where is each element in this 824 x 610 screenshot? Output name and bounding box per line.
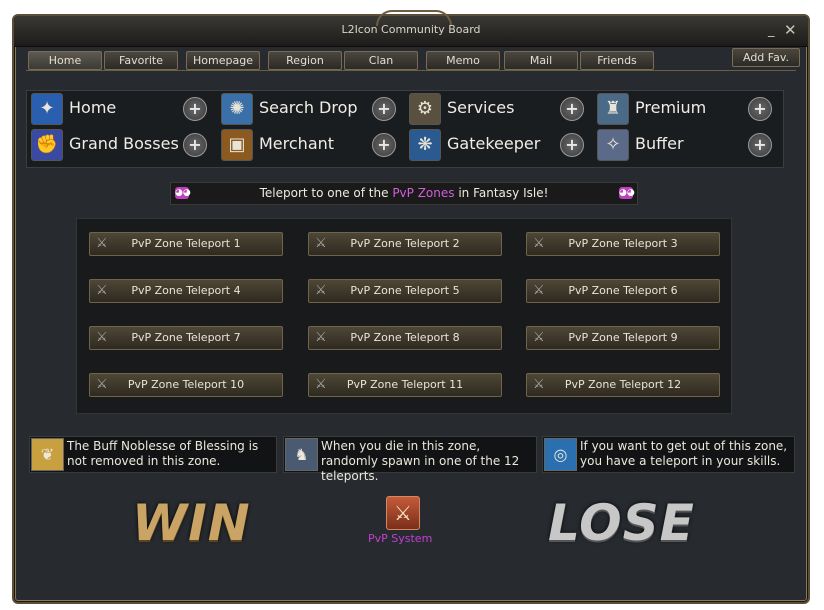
noblesse-blessing-icon: ❦ xyxy=(31,438,64,471)
teleport-button-7[interactable]: ⚔ PvP Zone Teleport 7 xyxy=(89,326,283,350)
add-fav-button[interactable]: Add Fav. xyxy=(732,48,800,67)
teleport-vortex-icon: ◎ xyxy=(544,438,577,471)
nav-label: Grand Bosses xyxy=(69,134,179,153)
teleport-button-5[interactable]: ⚔ PvP Zone Teleport 5 xyxy=(308,279,502,303)
teleport-button-6[interactable]: ⚔ PvP Zone Teleport 6 xyxy=(526,279,720,303)
main-nav: ✦ Home + ✺ Search Drop + ⚙ Services + ♜ … xyxy=(26,90,784,168)
teleport-label: PvP Zone Teleport 9 xyxy=(568,331,678,344)
premium-icon: ♜ xyxy=(597,93,629,125)
teleport-label: PvP Zone Teleport 8 xyxy=(350,331,460,344)
banner-prefix: Teleport to one of the xyxy=(259,186,393,200)
teleport-button-1[interactable]: ⚔ PvP Zone Teleport 1 xyxy=(89,232,283,256)
crossed-swords-icon: ⚔ xyxy=(96,377,108,392)
services-gear-icon: ⚙ xyxy=(409,93,441,125)
teleport-label: PvP Zone Teleport 5 xyxy=(350,284,460,297)
banner-suffix: in Fantasy Isle! xyxy=(454,186,549,200)
search-drop-icon: ✺ xyxy=(221,93,253,125)
teleport-label: PvP Zone Teleport 10 xyxy=(127,378,245,391)
teleport-label: PvP Zone Teleport 7 xyxy=(131,331,241,344)
teleport-label: PvP Zone Teleport 6 xyxy=(568,284,678,297)
gatekeeper-icon: ❋ xyxy=(409,129,441,161)
pvp-mask-icon: ◕◕ xyxy=(175,187,191,199)
crossed-swords-icon: ⚔ xyxy=(315,330,327,345)
teleport-button-2[interactable]: ⚔ PvP Zone Teleport 2 xyxy=(308,232,502,256)
win-logo: WIN xyxy=(132,494,251,552)
pvp-mask-icon: ◕◕ xyxy=(619,187,635,199)
crossed-swords-icon: ⚔ xyxy=(533,377,545,392)
banner-highlight: PvP Zones xyxy=(392,186,455,200)
close-button[interactable]: ✕ xyxy=(784,21,797,39)
teleport-button-12[interactable]: ⚔ PvP Zone Teleport 12 xyxy=(526,373,720,397)
info-text: The Buff Noblesse of Blessing is not rem… xyxy=(67,439,259,468)
add-gatekeeper-button[interactable]: + xyxy=(560,133,584,157)
tab-homepage[interactable]: Homepage xyxy=(186,51,260,70)
tab-home[interactable]: Home xyxy=(28,51,102,70)
add-search-drop-button[interactable]: + xyxy=(372,97,396,121)
pvp-system-icon[interactable]: ⚔ xyxy=(386,496,420,530)
crossed-swords-icon: ⚔ xyxy=(315,377,327,392)
add-home-button[interactable]: + xyxy=(183,97,207,121)
teleport-button-8[interactable]: ⚔ PvP Zone Teleport 8 xyxy=(308,326,502,350)
minimize-button[interactable]: _ xyxy=(768,23,775,38)
community-board-window: L2Icon Community Board _ ✕ Home Favorite… xyxy=(12,10,810,604)
title-bar[interactable]: L2Icon Community Board _ ✕ xyxy=(14,10,808,47)
grand-bosses-icon: ✊ xyxy=(31,129,63,161)
teleport-button-10[interactable]: ⚔ PvP Zone Teleport 10 xyxy=(89,373,283,397)
teleport-label: PvP Zone Teleport 12 xyxy=(564,378,682,391)
teleport-label: PvP Zone Teleport 3 xyxy=(568,237,678,250)
add-grand-bosses-button[interactable]: + xyxy=(183,133,207,157)
crossed-swords-icon: ⚔ xyxy=(96,236,108,251)
crossed-swords-icon: ⚔ xyxy=(315,283,327,298)
tab-friends[interactable]: Friends xyxy=(580,51,654,70)
nav-label: Home xyxy=(69,98,117,117)
teleport-panel: ⚔ PvP Zone Teleport 1 ⚔ PvP Zone Teleport … xyxy=(76,218,732,414)
lose-logo: LOSE xyxy=(548,494,695,552)
tab-clan[interactable]: Clan xyxy=(344,51,418,70)
add-premium-button[interactable]: + xyxy=(748,97,772,121)
nav-label: Search Drop xyxy=(259,98,358,117)
teleport-button-3[interactable]: ⚔ PvP Zone Teleport 3 xyxy=(526,232,720,256)
info-text: When you die in this zone, randomly spaw… xyxy=(321,439,520,483)
teleport-label: PvP Zone Teleport 2 xyxy=(350,237,460,250)
info-box-teleport-skill: ◎ If you want to get out of this zone, y… xyxy=(542,436,795,473)
buffer-icon: ✧ xyxy=(597,129,629,161)
crossed-swords-icon: ⚔ xyxy=(315,236,327,251)
tab-mail[interactable]: Mail xyxy=(504,51,578,70)
info-text: If you want to get out of this zone, you… xyxy=(580,439,788,468)
tab-memo[interactable]: Memo xyxy=(426,51,500,70)
add-buffer-button[interactable]: + xyxy=(748,133,772,157)
crossed-swords-icon: ⚔ xyxy=(533,283,545,298)
teleport-label: PvP Zone Teleport 1 xyxy=(131,237,241,250)
crossed-swords-icon: ⚔ xyxy=(96,330,108,345)
teleport-button-9[interactable]: ⚔ PvP Zone Teleport 9 xyxy=(526,326,720,350)
merchant-chest-icon: ▣ xyxy=(221,129,253,161)
home-icon: ✦ xyxy=(31,93,63,125)
tab-favorite[interactable]: Favorite xyxy=(104,51,178,70)
nav-label: Merchant xyxy=(259,134,335,153)
teleport-label: PvP Zone Teleport 11 xyxy=(346,378,464,391)
nav-label: Premium xyxy=(635,98,707,117)
teleport-label: PvP Zone Teleport 4 xyxy=(131,284,241,297)
pvp-zone-banner: ◕◕ Teleport to one of the PvP Zones in F… xyxy=(170,182,638,205)
tab-divider xyxy=(26,70,796,71)
nav-label: Services xyxy=(447,98,515,117)
pvp-system-link[interactable]: PvP System xyxy=(368,532,432,545)
crossed-swords-icon: ⚔ xyxy=(533,236,545,251)
add-merchant-button[interactable]: + xyxy=(372,133,396,157)
info-box-spawn: ♞ When you die in this zone, randomly sp… xyxy=(283,436,537,483)
teleport-button-4[interactable]: ⚔ PvP Zone Teleport 4 xyxy=(89,279,283,303)
crossed-swords-icon: ⚔ xyxy=(96,283,108,298)
spawn-knight-icon: ♞ xyxy=(285,438,318,471)
nav-label: Buffer xyxy=(635,134,684,153)
teleport-button-11[interactable]: ⚔ PvP Zone Teleport 11 xyxy=(308,373,502,397)
tab-region[interactable]: Region xyxy=(268,51,342,70)
nav-label: Gatekeeper xyxy=(447,134,541,153)
window-title: L2Icon Community Board xyxy=(341,23,481,36)
info-box-noblesse: ❦ The Buff Noblesse of Blessing is not r… xyxy=(29,436,277,473)
add-services-button[interactable]: + xyxy=(560,97,584,121)
crossed-swords-icon: ⚔ xyxy=(533,330,545,345)
